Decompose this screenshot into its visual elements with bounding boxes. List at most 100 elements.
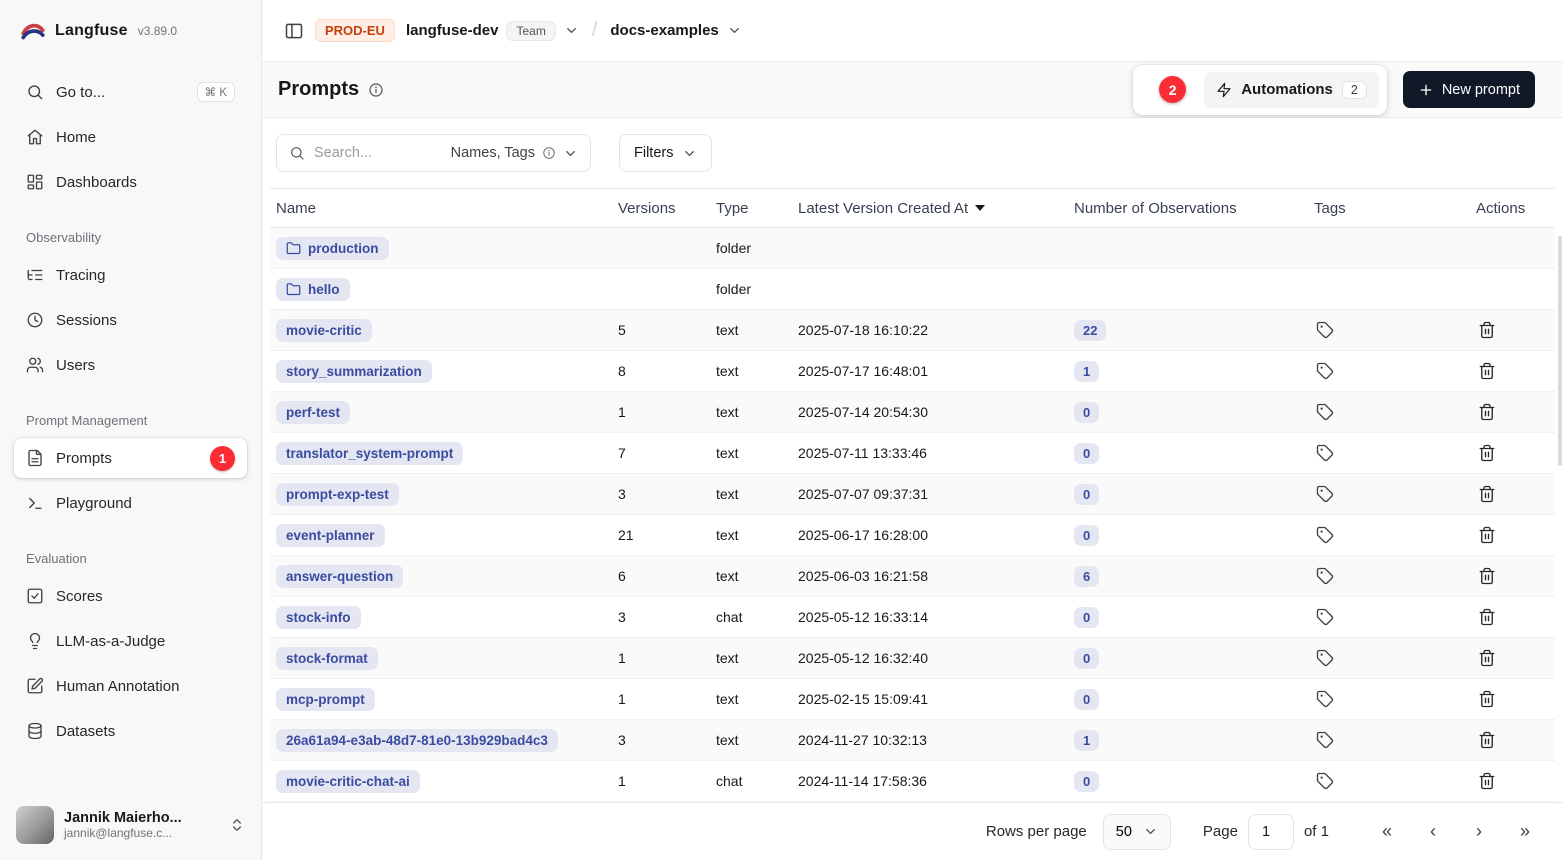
created-cell: 2024-11-14 17:58:36: [792, 773, 1068, 789]
column-header-tags: Tags: [1308, 200, 1470, 217]
sidebar-item-llm-judge[interactable]: LLM-as-a-Judge: [14, 621, 247, 661]
table-row[interactable]: production folder: [270, 228, 1555, 269]
sidebar-item-scores[interactable]: Scores: [14, 576, 247, 616]
table-row[interactable]: movie-critic 5 text 2025-07-18 16:10:22 …: [270, 310, 1555, 351]
automations-button[interactable]: Automations 2: [1204, 72, 1379, 108]
table-row[interactable]: movie-critic-chat-ai 1 chat 2024-11-14 1…: [270, 761, 1555, 802]
delete-prompt-button[interactable]: [1476, 524, 1498, 546]
delete-prompt-button[interactable]: [1476, 688, 1498, 710]
tag-icon-button[interactable]: [1314, 401, 1336, 423]
users-icon: [26, 356, 44, 374]
page-number-input[interactable]: [1248, 814, 1294, 850]
lightbulb-icon: [26, 632, 44, 650]
prompt-name-badge[interactable]: hello: [276, 278, 350, 301]
table-row[interactable]: stock-format 1 text 2025-05-12 16:32:40 …: [270, 638, 1555, 679]
delete-prompt-button[interactable]: [1476, 442, 1498, 464]
goto-search[interactable]: Go to... ⌘ K: [14, 72, 247, 112]
prompt-name-label: production: [308, 241, 379, 256]
prompt-name-label: mcp-prompt: [286, 692, 365, 707]
delete-prompt-button[interactable]: [1476, 360, 1498, 382]
table-row[interactable]: perf-test 1 text 2025-07-14 20:54:30 0: [270, 392, 1555, 433]
info-icon[interactable]: [368, 82, 384, 98]
column-header-observations: Number of Observations: [1068, 200, 1308, 217]
tag-icon-button[interactable]: [1314, 565, 1336, 587]
delete-prompt-button[interactable]: [1476, 565, 1498, 587]
table-row[interactable]: story_summarization 8 text 2025-07-17 16…: [270, 351, 1555, 392]
tag-icon-button[interactable]: [1314, 647, 1336, 669]
prompt-name-badge[interactable]: movie-critic-chat-ai: [276, 770, 420, 793]
delete-prompt-button[interactable]: [1476, 401, 1498, 423]
search-box[interactable]: Names, Tags: [276, 134, 591, 172]
table-row[interactable]: stock-info 3 chat 2025-05-12 16:33:14 0: [270, 597, 1555, 638]
project-switcher[interactable]: docs-examples: [610, 22, 741, 39]
sidebar-item-users[interactable]: Users: [14, 345, 247, 385]
prompt-name-badge[interactable]: story_summarization: [276, 360, 432, 383]
sidebar-item-human-annotation[interactable]: Human Annotation: [14, 666, 247, 706]
table-row[interactable]: 26a61a94-e3ab-48d7-81e0-13b929bad4c3 3 t…: [270, 720, 1555, 761]
delete-prompt-button[interactable]: [1476, 770, 1498, 792]
sidebar-item-dashboards[interactable]: Dashboards: [14, 162, 247, 202]
prompt-name-badge[interactable]: answer-question: [276, 565, 403, 588]
filters-button[interactable]: Filters: [619, 134, 712, 172]
sidebar-item-sessions[interactable]: Sessions: [14, 300, 247, 340]
tag-icon-button[interactable]: [1314, 442, 1336, 464]
prompt-name-badge[interactable]: movie-critic: [276, 319, 372, 342]
prompt-name-badge[interactable]: perf-test: [276, 401, 350, 424]
versions-cell: 7: [612, 445, 710, 461]
rows-per-page-select[interactable]: 50: [1103, 814, 1171, 850]
table-row[interactable]: prompt-exp-test 3 text 2025-07-07 09:37:…: [270, 474, 1555, 515]
tag-icon-button[interactable]: [1314, 606, 1336, 628]
tag-icon-button[interactable]: [1314, 688, 1336, 710]
first-page-button[interactable]: «: [1371, 816, 1403, 848]
tag-icon-button[interactable]: [1314, 729, 1336, 751]
table-row[interactable]: translator_system-prompt 7 text 2025-07-…: [270, 433, 1555, 474]
next-page-button[interactable]: ›: [1463, 816, 1495, 848]
delete-prompt-button[interactable]: [1476, 729, 1498, 751]
delete-prompt-button[interactable]: [1476, 319, 1498, 341]
tag-icon-button[interactable]: [1314, 483, 1336, 505]
page-header: Prompts 2 Automations 2 New prompt: [262, 62, 1563, 118]
new-prompt-button[interactable]: New prompt: [1403, 71, 1535, 108]
org-switcher[interactable]: langfuse-dev Team: [406, 21, 579, 41]
table-row[interactable]: hello folder: [270, 269, 1555, 310]
type-cell: chat: [710, 609, 792, 625]
new-prompt-label: New prompt: [1442, 82, 1520, 98]
search-input[interactable]: [314, 145, 406, 161]
prompt-name-badge[interactable]: event-planner: [276, 524, 385, 547]
list-tree-icon: [26, 266, 44, 284]
sidebar-item-playground[interactable]: Playground: [14, 483, 247, 523]
prompt-name-badge[interactable]: stock-info: [276, 606, 361, 629]
user-menu[interactable]: Jannik Maierho... jannik@langfuse.c...: [0, 794, 261, 860]
prompt-name-badge[interactable]: translator_system-prompt: [276, 442, 463, 465]
prompt-name-badge[interactable]: 26a61a94-e3ab-48d7-81e0-13b929bad4c3: [276, 729, 558, 752]
delete-prompt-button[interactable]: [1476, 647, 1498, 669]
trash-icon: [1478, 403, 1496, 421]
scrollbar[interactable]: [1558, 236, 1562, 466]
prompt-name-badge[interactable]: production: [276, 237, 389, 260]
tag-icon-button[interactable]: [1314, 319, 1336, 341]
search-scope-selector[interactable]: Names, Tags: [451, 145, 578, 161]
sidebar-item-prompts[interactable]: Prompts 1: [14, 438, 247, 478]
section-title-prompt-management: Prompt Management: [26, 413, 235, 428]
sidebar-item-home[interactable]: Home: [14, 117, 247, 157]
delete-prompt-button[interactable]: [1476, 606, 1498, 628]
sidebar-item-datasets[interactable]: Datasets: [14, 711, 247, 751]
sidebar-toggle-icon[interactable]: [284, 21, 304, 41]
sidebar-item-tracing[interactable]: Tracing: [14, 255, 247, 295]
delete-prompt-button[interactable]: [1476, 483, 1498, 505]
column-header-created[interactable]: Latest Version Created At: [792, 200, 1068, 217]
langfuse-logo-icon: [20, 18, 46, 44]
previous-page-button[interactable]: ‹: [1417, 816, 1449, 848]
table-row[interactable]: event-planner 21 text 2025-06-17 16:28:0…: [270, 515, 1555, 556]
tag-icon-button[interactable]: [1314, 524, 1336, 546]
table-row[interactable]: answer-question 6 text 2025-06-03 16:21:…: [270, 556, 1555, 597]
prompt-name-badge[interactable]: mcp-prompt: [276, 688, 375, 711]
goto-shortcut: ⌘ K: [197, 82, 235, 102]
toolbar: Names, Tags Filters: [262, 118, 1563, 188]
prompt-name-badge[interactable]: prompt-exp-test: [276, 483, 399, 506]
last-page-button[interactable]: »: [1509, 816, 1541, 848]
table-row[interactable]: mcp-prompt 1 text 2025-02-15 15:09:41 0: [270, 679, 1555, 720]
prompt-name-badge[interactable]: stock-format: [276, 647, 378, 670]
tag-icon-button[interactable]: [1314, 770, 1336, 792]
tag-icon-button[interactable]: [1314, 360, 1336, 382]
